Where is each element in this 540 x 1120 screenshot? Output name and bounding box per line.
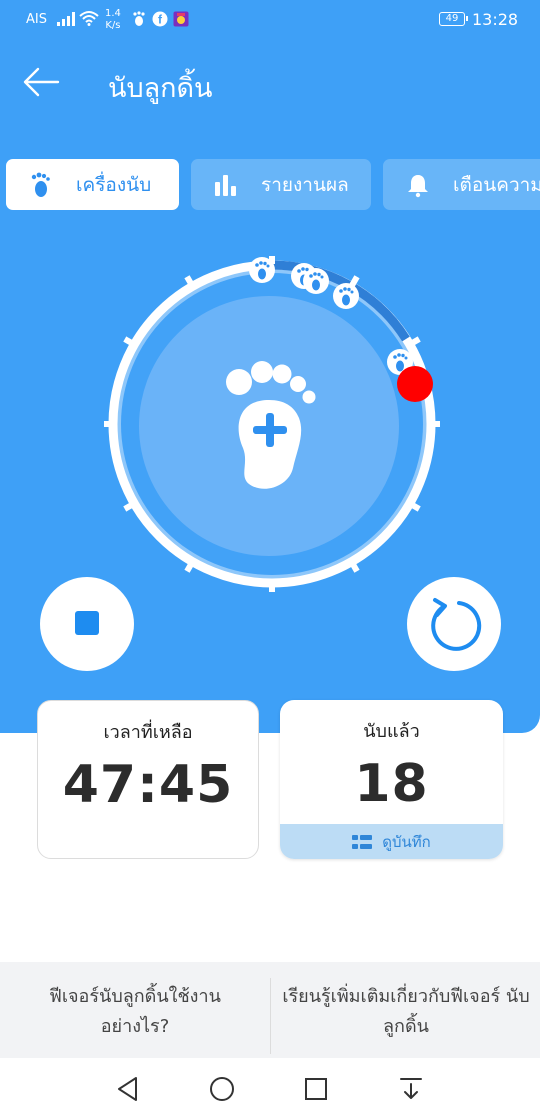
game-app-icon [173, 11, 189, 27]
recents-nav-icon[interactable] [304, 1076, 328, 1102]
help-footer: ฟีเจอร์นับลูกดิ้นใช้งาน อย่างไร? เรียนรู… [0, 962, 540, 1058]
arrow-left-icon[interactable] [22, 64, 62, 100]
how-to-use-link[interactable]: ฟีเจอร์นับลูกดิ้นใช้งาน อย่างไร? [20, 982, 250, 1042]
time-remaining-card: เวลาที่เหลือ 47:45 [37, 700, 259, 859]
progress-marker [397, 366, 433, 402]
kick-count-label: นับแล้ว [363, 721, 420, 742]
back-nav-icon[interactable] [116, 1076, 140, 1102]
list-icon [352, 834, 373, 849]
tab-counter[interactable]: เครื่องนับ [6, 159, 179, 210]
learn-more-link[interactable]: เรียนรู้เพิ่มเติมเกี่ยวกับฟีเจอร์ นับลูก… [276, 982, 536, 1042]
kick-count-card: นับแล้ว 18 ดูบันทึก [280, 700, 503, 859]
bell-icon [408, 174, 428, 197]
wifi-icon [79, 11, 99, 26]
signal-icon [57, 12, 75, 26]
baby-feet-app-icon [133, 11, 145, 26]
carrier-label: AIS [26, 12, 47, 27]
home-nav-icon[interactable] [209, 1076, 235, 1102]
network-speed: 1.4 K/s [105, 8, 121, 31]
foot-plus-icon [226, 361, 316, 489]
tab-reminder[interactable]: เตือนความ [383, 159, 540, 210]
time-remaining-value: 47:45 [62, 755, 234, 815]
reset-button[interactable] [407, 577, 501, 671]
clock: 13:28 [472, 10, 519, 29]
battery-indicator: 49 [439, 12, 468, 26]
tab-reminder-label: เตือนความ [453, 173, 540, 196]
system-nav-bar [0, 1058, 540, 1120]
stop-button[interactable] [40, 577, 134, 671]
top-bar: นับลูกดิ้น [0, 56, 540, 112]
notification-down-icon[interactable] [398, 1076, 424, 1102]
status-bar: AIS 1.4 K/s f 49 13:28 [0, 0, 540, 40]
tab-report-label: รายงานผล [261, 173, 349, 196]
count-kick-button[interactable] [139, 296, 399, 556]
tab-counter-label: เครื่องนับ [76, 173, 152, 196]
view-log-button[interactable]: ดูบันทึก [280, 824, 503, 859]
tab-report[interactable]: รายงานผล [191, 159, 371, 210]
facebook-icon: f [152, 11, 168, 27]
kick-marker [303, 268, 329, 294]
stop-icon [75, 611, 99, 635]
page-title: นับลูกดิ้น [108, 73, 213, 104]
time-remaining-label: เวลาที่เหลือ [103, 722, 193, 743]
bar-chart-icon [215, 174, 236, 196]
reset-icon [431, 598, 482, 651]
kick-marker [249, 257, 275, 283]
kick-count-value: 18 [354, 754, 429, 814]
view-log-label: ดูบันทึก [382, 832, 431, 851]
footer-divider [270, 978, 271, 1054]
baby-foot-icon [31, 172, 50, 197]
